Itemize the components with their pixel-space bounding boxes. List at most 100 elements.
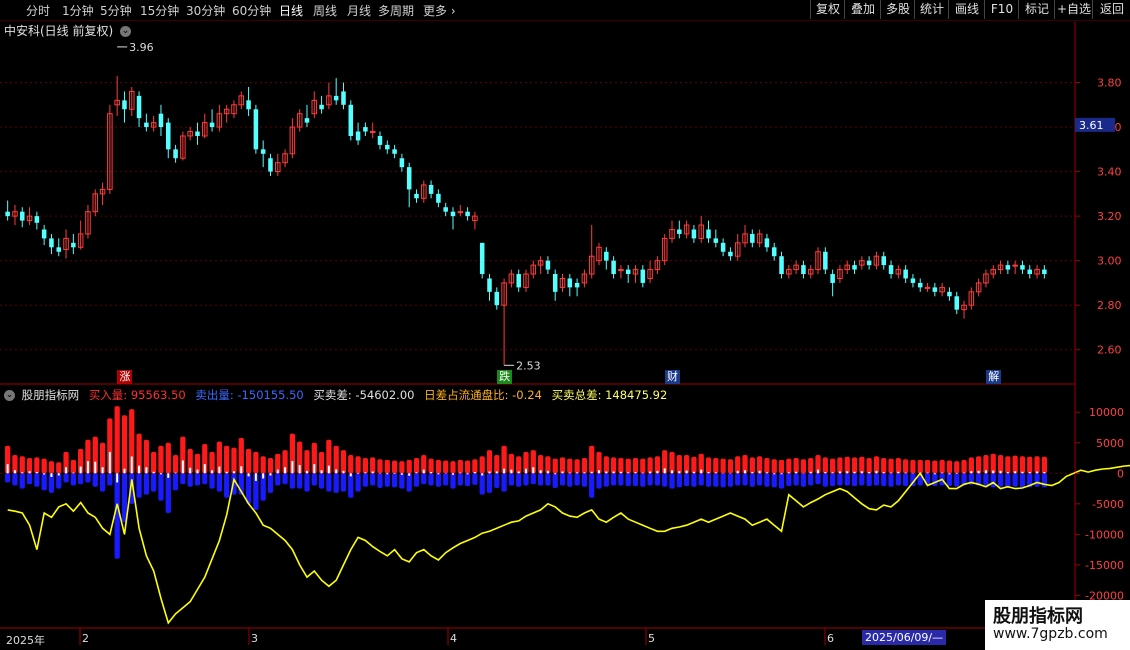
buy-bar (742, 454, 748, 474)
period-tab-6[interactable]: 日线 (279, 2, 303, 19)
buy-bar (603, 456, 609, 474)
diff-bar (430, 472, 433, 474)
date-label: 2025年 (6, 634, 45, 647)
diff-bar (371, 471, 374, 474)
sell-bar (618, 473, 624, 486)
buy-bar (523, 451, 529, 474)
toolbar-button-6[interactable]: 标记 (1018, 0, 1055, 19)
event-label[interactable]: 跌 (497, 370, 513, 384)
sell-bar (267, 473, 274, 493)
sell-bar (954, 473, 960, 487)
toolbar-button-4[interactable]: 画线 (948, 0, 985, 19)
buy-bar (253, 451, 259, 474)
buy-bar (632, 458, 639, 474)
event-label[interactable]: 涨 (117, 370, 133, 384)
toolbar-button-5[interactable]: F10 (984, 0, 1019, 19)
buy-bar (180, 436, 186, 474)
sell-bar (683, 473, 690, 487)
sell-bar (326, 473, 332, 492)
buy-bar (903, 459, 909, 474)
sell-bar (333, 473, 339, 493)
event-label[interactable]: 财 (665, 370, 680, 384)
sell-bar (304, 473, 310, 492)
period-tab-5[interactable]: 60分钟 (232, 2, 271, 19)
toolbar-button-8[interactable]: 返回 (1092, 0, 1130, 19)
chevron-down-icon[interactable]: ⌄ (4, 390, 15, 401)
sell-bar (143, 473, 149, 495)
buy-bar (691, 456, 697, 474)
buy-bar (224, 445, 230, 474)
buy-bar (508, 453, 515, 474)
toolbar-button-0[interactable]: 复权 (810, 0, 845, 19)
candle-body-down (355, 131, 361, 141)
period-tab-9[interactable]: 多周期 (378, 2, 414, 19)
toolbar-button-3[interactable]: 统计 (914, 0, 949, 19)
sell-bar (297, 473, 303, 489)
diff-bar (933, 473, 936, 475)
candle-body-down (625, 269, 631, 275)
event-label[interactable]: 解 (986, 370, 1002, 384)
price-tick-label: 3.00 (1097, 255, 1122, 268)
sell-bar (12, 473, 18, 486)
sell-bar (494, 473, 500, 488)
toolbar-button-1[interactable]: 叠加 (844, 0, 881, 19)
buy-bar (216, 441, 222, 474)
period-tab-4[interactable]: 30分钟 (186, 2, 225, 19)
diff-bar (254, 473, 257, 481)
sell-bar (282, 473, 288, 485)
candle-body-up (202, 122, 208, 137)
buy-bar (85, 439, 91, 474)
diff-bar (364, 472, 367, 474)
period-tab-10[interactable]: 更多 › (423, 2, 456, 19)
buy-bar (705, 457, 712, 474)
buy-bar (114, 406, 120, 474)
chevron-down-icon[interactable]: ⌄ (120, 26, 132, 37)
diff-bar (218, 466, 221, 474)
period-tab-3[interactable]: 15分钟 (140, 2, 179, 19)
period-tab-8[interactable]: 月线 (347, 2, 371, 19)
toolbar-button-2[interactable]: 多股 (880, 0, 915, 19)
candle-body-up (559, 277, 566, 288)
buy-bar (683, 454, 690, 474)
diff-bar (824, 472, 827, 474)
diff-bar (196, 469, 199, 474)
top-toolbar: 分时 1分钟 5分钟 15分钟 30分钟 60分钟 日线 周线 月线 多周期 更多 › 复权 叠加 多股… (0, 0, 1130, 21)
candle-body-up (530, 264, 537, 275)
diff-bar (532, 467, 535, 474)
buy-bar (771, 459, 777, 474)
buy-bar (304, 450, 310, 474)
indicator-tick-label: 0 (1117, 467, 1124, 480)
diff-bar (123, 468, 126, 474)
sell-bar (793, 473, 799, 486)
buy-bar (5, 445, 11, 474)
candle-body-down (866, 260, 872, 266)
candle-body-up (92, 193, 99, 213)
period-tab-2[interactable]: 5分钟 (100, 2, 132, 19)
candle-body-up (231, 104, 237, 115)
sell-bar (669, 473, 675, 489)
sell-bar (70, 473, 76, 486)
diff-bar (57, 473, 60, 476)
candle-body-down (385, 144, 390, 150)
diff-bar (159, 473, 162, 475)
sell-bar (384, 473, 390, 487)
diff-bar (984, 470, 987, 474)
diff-bar (335, 469, 338, 474)
period-tab-0[interactable]: 分时 (26, 2, 50, 19)
period-tab-1[interactable]: 1分钟 (62, 2, 94, 19)
diff-bar (284, 467, 287, 474)
sell-bar (194, 473, 201, 486)
sell-bar (114, 473, 120, 559)
diff-bar (481, 473, 484, 476)
toolbar-button-7[interactable]: +自选 (1054, 0, 1093, 19)
candle-body-down (888, 265, 894, 275)
buy-bar (581, 458, 588, 474)
diff-bar (780, 473, 783, 475)
indicator-bars (5, 406, 1047, 559)
main-chart[interactable]: 3.80 3.60 3.40 3.20 3.00 2.80 2.60 3.61 10000 500… (0, 0, 1130, 650)
sell-bar (946, 473, 953, 487)
buy-bar (56, 462, 62, 474)
buy-bar (19, 456, 25, 474)
diff-bar (291, 461, 294, 474)
period-tab-7[interactable]: 周线 (313, 2, 337, 19)
